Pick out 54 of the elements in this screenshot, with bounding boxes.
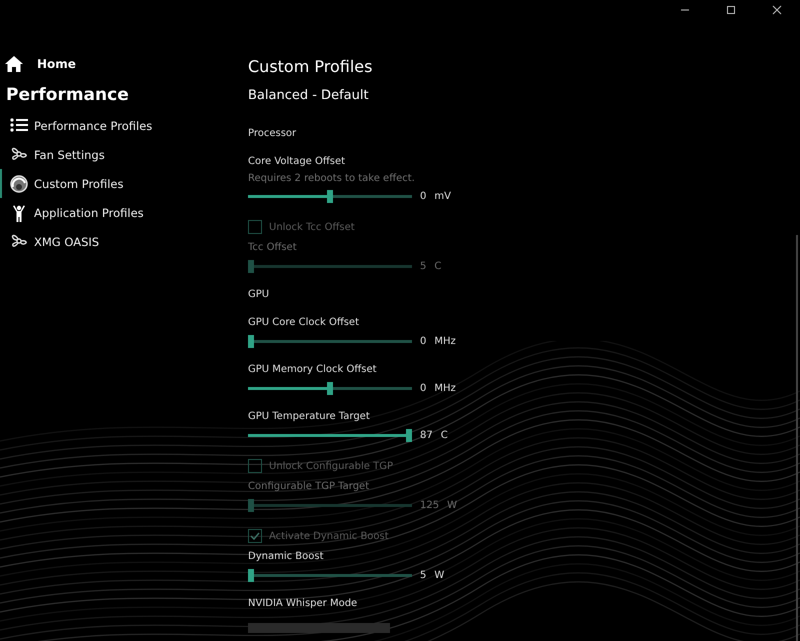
slider[interactable] bbox=[248, 428, 412, 442]
section-label: Processor bbox=[248, 127, 298, 141]
maximize-icon bbox=[726, 5, 736, 15]
sidebar-item[interactable]: XMG OASIS bbox=[0, 227, 240, 256]
setting-label: GPU Core Clock Offset bbox=[248, 316, 360, 330]
setting-label: Configurable TGP Target bbox=[248, 480, 370, 494]
slider-thumb[interactable] bbox=[327, 190, 333, 202]
slider-thumb[interactable] bbox=[406, 428, 412, 442]
slider-value: 125 bbox=[420, 500, 440, 510]
setting-label: GPU Memory Clock Offset bbox=[248, 363, 378, 377]
gauge-icon bbox=[10, 174, 28, 192]
section-label: GPU bbox=[248, 288, 270, 302]
slider-value: 0 bbox=[420, 382, 426, 394]
slider-value: 87 bbox=[420, 430, 433, 440]
close-icon bbox=[772, 5, 782, 15]
page-title: Custom Profiles bbox=[248, 56, 374, 78]
setting-label: Core Voltage Offset bbox=[248, 155, 346, 169]
slider-value: 5 bbox=[420, 570, 426, 580]
slider-unit: C bbox=[434, 260, 442, 272]
sidebar-item[interactable]: Fan Settings bbox=[0, 140, 240, 169]
slider[interactable] bbox=[248, 568, 412, 582]
slider-unit: W bbox=[447, 500, 457, 510]
slider-value: 0 bbox=[420, 190, 426, 202]
sidebar-item[interactable]: Application Profiles bbox=[0, 198, 240, 227]
slider-thumb[interactable] bbox=[327, 382, 333, 394]
slider[interactable] bbox=[248, 334, 412, 348]
slider[interactable] bbox=[248, 382, 412, 394]
sidebar-heading: Performance bbox=[5, 84, 130, 107]
person-icon bbox=[10, 204, 28, 222]
slider-thumb[interactable] bbox=[248, 334, 254, 348]
slider-thumb[interactable] bbox=[248, 568, 254, 582]
slider-unit: W bbox=[434, 570, 444, 580]
scrollbar[interactable] bbox=[796, 235, 798, 641]
list-icon bbox=[10, 116, 28, 134]
checkbox-label: Unlock Tcc Offset bbox=[269, 222, 355, 232]
slider-unit: MHz bbox=[434, 382, 456, 394]
setting-note: Requires 2 reboots to take effect. bbox=[248, 172, 416, 186]
home-link[interactable]: Home bbox=[0, 54, 240, 74]
slider-unit: C bbox=[440, 430, 448, 440]
profile-name: Balanced - Default bbox=[248, 87, 370, 105]
setting-label: GPU Temperature Target bbox=[248, 410, 371, 424]
setting-label: Dynamic Boost bbox=[248, 550, 325, 564]
setting-label: Tcc Offset bbox=[248, 241, 298, 255]
section-label: NVIDIA Whisper Mode bbox=[248, 597, 358, 611]
house-icon bbox=[4, 55, 24, 73]
slider-unit: mV bbox=[434, 190, 451, 202]
sidebar-item[interactable]: Custom Profiles bbox=[0, 169, 240, 198]
checkbox-label: Activate Dynamic Boost bbox=[269, 530, 389, 542]
slider-value: 0 bbox=[420, 336, 426, 346]
slider[interactable] bbox=[248, 190, 412, 202]
sidebar-item[interactable]: Performance Profiles bbox=[0, 111, 240, 140]
checkbox-label: Unlock Configurable TGP bbox=[269, 460, 394, 472]
slider-value: 5 bbox=[420, 260, 426, 272]
slider-unit: MHz bbox=[434, 336, 456, 346]
